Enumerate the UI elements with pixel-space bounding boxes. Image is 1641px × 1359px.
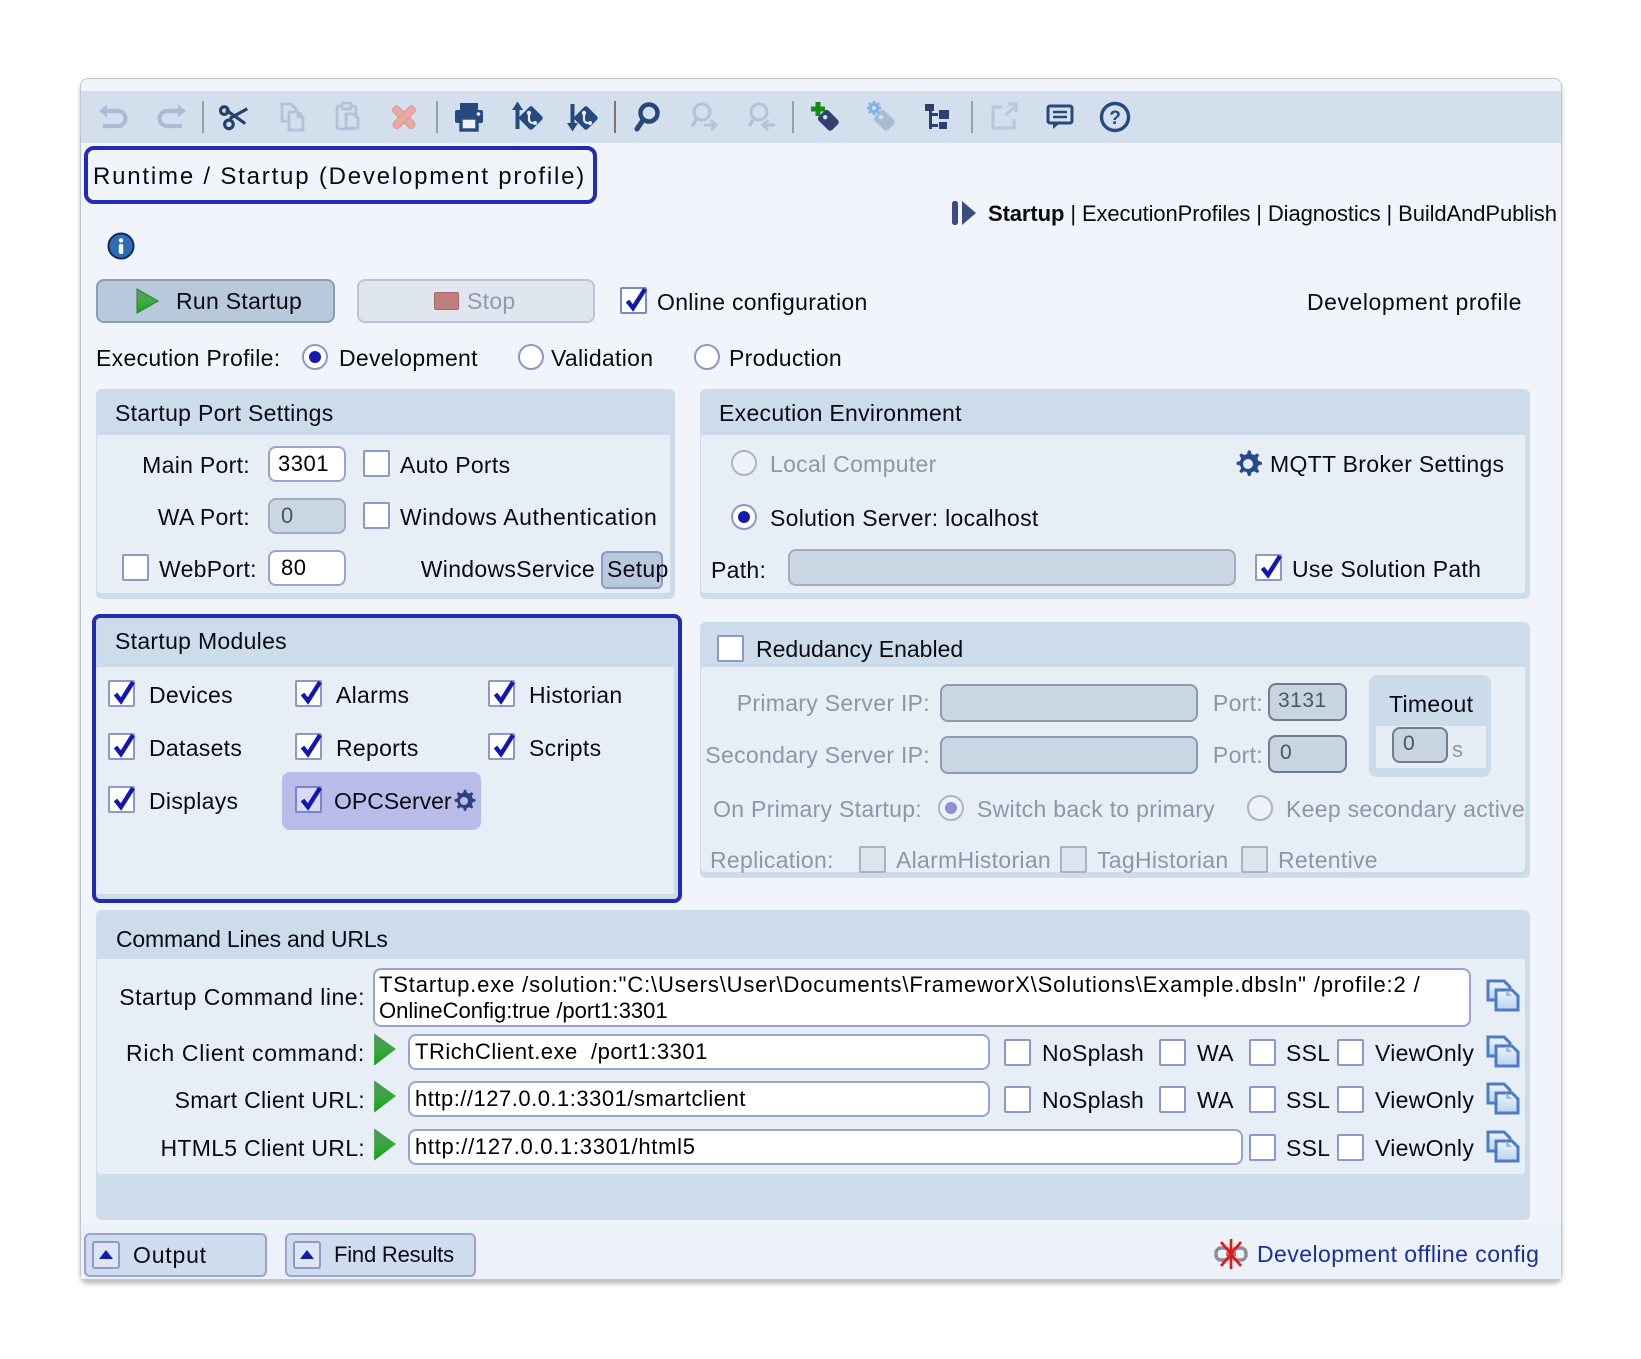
svg-text:?: ?	[1109, 108, 1121, 129]
